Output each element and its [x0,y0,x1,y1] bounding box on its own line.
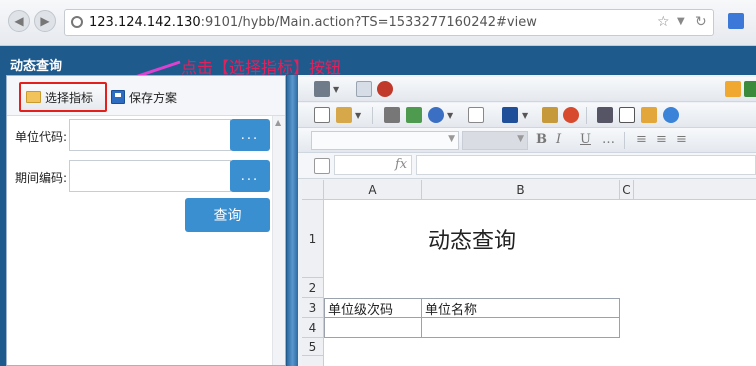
brush-dropdown-icon[interactable]: ▼ [355,111,361,120]
settings-icon[interactable] [428,107,444,123]
globe-icon[interactable] [563,107,579,123]
row-header-2[interactable]: 2 [302,278,324,298]
refresh-icon[interactable]: ↻ [695,14,707,30]
bookmark-star-icon[interactable]: ☆ [657,14,670,30]
report-title-cell[interactable]: 动态查询 [324,200,620,278]
align-right-icon[interactable]: ≡ [676,132,687,147]
fill-icon[interactable] [384,107,400,123]
query-label: 查询 [213,208,242,224]
save-scheme-button[interactable]: 保存方案 [111,85,177,109]
fullscreen-icon[interactable] [619,107,635,123]
back-arrow-icon[interactable]: ◀ [8,10,30,32]
underline-icon[interactable]: U [580,132,591,147]
scroll-up-icon[interactable]: ▲ [275,118,281,127]
url-text: 123.124.142.130:9101/hybb/Main.action?TS… [89,15,537,30]
header-cell-b3[interactable]: 单位名称 [422,298,620,318]
formula-input[interactable] [416,155,756,175]
save-disk-icon [111,90,125,104]
grid-icon[interactable] [406,107,422,123]
picture-icon[interactable] [502,107,518,123]
column-header-filler [634,180,756,200]
formula-bar: fx [298,153,756,179]
baidu-icon[interactable] [728,13,744,29]
toolbar-row-2: ▼ ▼ ▼ [298,103,756,128]
exit-icon[interactable] [641,107,657,123]
formula-fx-icon: fx [395,157,408,172]
page-info-icon [71,16,83,28]
row-header-filler [302,356,324,366]
print-icon[interactable] [314,81,330,97]
toolbar-row-1: ▼ [298,77,756,102]
bold-icon[interactable]: B [536,132,547,147]
column-header-b[interactable]: B [422,180,620,200]
row-header-1[interactable]: 1 [302,200,324,278]
align-center-icon[interactable]: ≡ [656,132,667,147]
italic-icon[interactable]: I [556,132,561,147]
address-bar[interactable]: 123.124.142.130:9101/hybb/Main.action?TS… [64,9,714,36]
row-header-4[interactable]: 4 [302,318,324,338]
toolbar-row-3: ▼ ▼ B I U … ≡ ≡ ≡ [298,128,756,153]
unit-code-field[interactable] [69,119,231,151]
image-icon[interactable] [468,107,484,123]
print-dropdown-icon[interactable]: ▼ [333,85,339,94]
panel-splitter[interactable] [287,75,298,366]
font-size-dropdown-icon: ▼ [517,134,524,144]
period-code-picker-button[interactable]: ... [230,160,270,192]
period-code-field[interactable] [69,160,231,192]
strikethrough-icon[interactable]: … [602,132,615,147]
period-code-picker-label: ... [240,168,260,184]
save-scheme-label: 保存方案 [129,90,178,105]
unit-code-picker-label: ... [240,127,260,143]
column-header-c[interactable]: C [620,180,634,200]
data-cell-b4[interactable] [422,318,620,338]
row-header-3[interactable]: 3 [302,298,324,318]
spreadsheet: A B C 1 2 3 4 5 动态查询 单位级次码 单位名称 [302,180,756,366]
row-header-5[interactable]: 5 [302,338,324,356]
select-indicator-label: 选择指标 [45,90,94,105]
browser-toolbar: ◀ ▶ 123.124.142.130:9101/hybb/Main.actio… [0,0,756,46]
header-cell-a3[interactable]: 单位级次码 [324,298,422,318]
export-icon[interactable] [725,81,741,97]
query-button[interactable]: 查询 [185,198,270,232]
font-family-select[interactable]: ▼ [311,131,459,150]
pen-icon[interactable] [542,107,558,123]
font-family-dropdown-icon: ▼ [448,134,455,144]
edit-icon[interactable] [314,158,330,174]
picture-dropdown-icon[interactable]: ▼ [522,111,528,120]
url-host: 123.124.142.130 [89,15,201,30]
select-indicator-button[interactable]: 选择指标 [19,82,107,112]
up-icon[interactable] [663,107,679,123]
column-header-a[interactable]: A [324,180,422,200]
url-path: :9101/hybb/Main.action?TS=1533277160242#… [200,15,537,30]
brush-icon[interactable] [336,107,352,123]
settings-dropdown-icon[interactable]: ▼ [447,111,453,120]
sheet-corner[interactable] [302,180,324,200]
align-left-icon[interactable]: ≡ [636,132,647,147]
folder-icon [26,91,41,103]
unit-code-picker-button[interactable]: ... [230,119,270,151]
unit-code-label: 单位代码: [15,130,68,144]
dropdown-arrow-icon[interactable]: ▼ [677,16,685,27]
chart-icon[interactable] [744,81,756,97]
left-toolbar: 选择指标 保存方案 [7,76,285,116]
record-icon[interactable] [377,81,393,97]
period-code-label: 期间编码: [15,171,68,185]
font-size-select[interactable]: ▼ [462,131,528,150]
panel-title: 动态查询 [10,59,63,74]
preview-icon[interactable] [356,81,372,97]
left-scrollbar[interactable]: ▲ [272,116,285,365]
data-cell-a4[interactable] [324,318,422,338]
tools-icon[interactable] [597,107,613,123]
table-icon[interactable] [314,107,330,123]
forward-arrow-icon[interactable]: ▶ [34,10,56,32]
query-panel: 选择指标 保存方案 单位代码: ... 期间编码: ... 查询 ▲ [6,75,286,366]
